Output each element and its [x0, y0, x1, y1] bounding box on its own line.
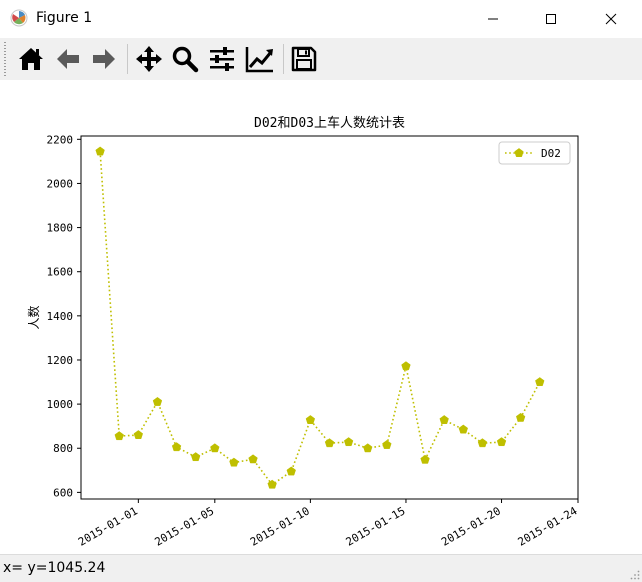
- y-tick-label: 1600: [47, 266, 74, 279]
- maximize-button[interactable]: [528, 0, 574, 38]
- data-point: [363, 443, 373, 453]
- data-point: [305, 415, 316, 424]
- x-tick-label: 2015-01-10: [248, 504, 312, 548]
- save-icon: [291, 46, 317, 72]
- maximize-icon: [546, 14, 556, 24]
- subplots-button[interactable]: [205, 42, 239, 76]
- coordinate-readout: x= y=1045.24: [3, 560, 106, 576]
- pan-button[interactable]: [132, 42, 166, 76]
- toolbar-separator: [127, 44, 128, 74]
- zoom-icon: [172, 46, 199, 73]
- data-point: [496, 437, 507, 447]
- matplotlib-icon: [10, 9, 28, 27]
- chart-title: D02和D03上车人数统计表: [254, 115, 405, 131]
- data-point: [191, 452, 201, 462]
- home-icon: [19, 48, 43, 70]
- data-point: [439, 415, 449, 424]
- data-point: [515, 412, 526, 422]
- toolbar-separator: [283, 44, 284, 74]
- save-button[interactable]: [287, 42, 321, 76]
- data-point: [382, 440, 392, 449]
- y-tick-label: 1800: [47, 222, 74, 235]
- series-line-D02: [99, 151, 541, 486]
- data-point: [286, 466, 296, 476]
- data-point: [458, 424, 468, 434]
- x-tick-label: 2015-01-01: [76, 504, 140, 548]
- customize-button[interactable]: [243, 42, 277, 76]
- forward-arrow-icon: [93, 49, 115, 69]
- back-button[interactable]: [51, 42, 85, 76]
- data-point: [401, 361, 411, 371]
- close-button[interactable]: [588, 0, 634, 38]
- y-tick-label: 1400: [47, 310, 74, 323]
- data-point: [535, 377, 545, 387]
- data-point: [248, 454, 258, 464]
- x-tick-label: 2015-01-24: [516, 504, 580, 549]
- data-point: [420, 454, 430, 464]
- minimize-button[interactable]: [470, 0, 516, 38]
- legend-label: D02: [541, 147, 561, 160]
- close-icon: [605, 13, 617, 25]
- data-point: [210, 443, 220, 453]
- home-button[interactable]: [14, 42, 48, 76]
- y-tick-label: 2000: [47, 177, 74, 190]
- forward-button[interactable]: [87, 42, 121, 76]
- data-point: [114, 431, 124, 441]
- window-title: Figure 1: [36, 10, 93, 26]
- status-bar: x= y=1045.24: [0, 554, 642, 582]
- navigation-toolbar: [0, 38, 642, 80]
- minimize-icon: [488, 18, 498, 20]
- zoom-button[interactable]: [168, 42, 202, 76]
- data-point: [152, 397, 163, 406]
- data-point: [229, 457, 239, 467]
- data-point: [95, 146, 105, 156]
- chart: 600 800 1000 1200 1400 1600 1800 2000 2200 2015-0…: [26, 115, 580, 549]
- y-tick-label: 600: [53, 486, 73, 499]
- title-bar: Figure 1: [0, 0, 642, 38]
- toolbar-grip[interactable]: [4, 42, 6, 76]
- figure-canvas[interactable]: 600 800 1000 1200 1400 1600 1800 2000 2200 2015-0…: [0, 80, 642, 554]
- y-tick-label: 1200: [47, 354, 74, 367]
- move-icon: [136, 46, 162, 72]
- x-tick-label: 2015-01-20: [439, 504, 503, 548]
- data-point: [477, 438, 488, 448]
- data-point: [324, 438, 335, 448]
- data-point: [343, 437, 354, 447]
- x-tick-label: 2015-01-15: [344, 504, 408, 548]
- data-point: [133, 430, 144, 439]
- back-arrow-icon: [57, 49, 79, 69]
- line-chart-icon: [245, 47, 273, 73]
- sliders-icon: [210, 47, 234, 71]
- y-tick-label: 2200: [47, 133, 74, 146]
- x-tick-label: 2015-01-05: [152, 504, 216, 548]
- y-tick-label: 800: [53, 442, 73, 455]
- resize-grip-icon[interactable]: [630, 570, 640, 580]
- y-axis-label: 人数: [26, 305, 41, 329]
- y-tick-label: 1000: [47, 398, 74, 411]
- data-point: [171, 442, 182, 452]
